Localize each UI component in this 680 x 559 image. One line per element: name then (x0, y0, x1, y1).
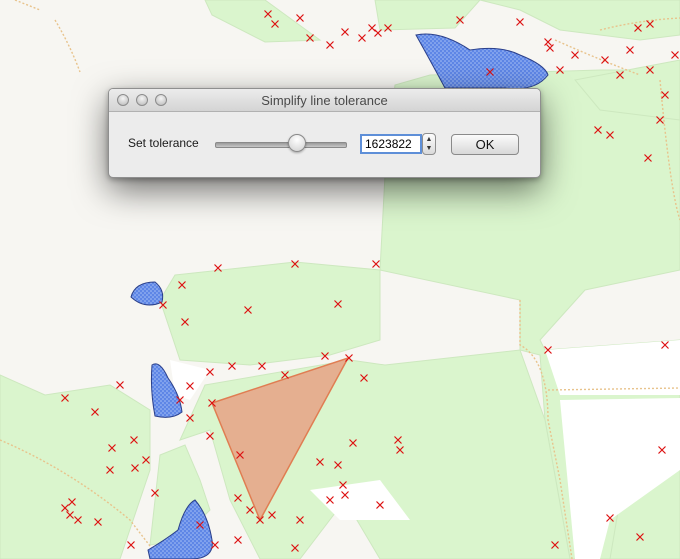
stepper-up-icon[interactable]: ▲ (423, 135, 435, 144)
tolerance-slider-thumb[interactable] (287, 134, 306, 152)
tolerance-spinbox-input[interactable]: 1623822 (360, 134, 422, 154)
stepper-down-icon[interactable]: ▼ (423, 144, 435, 153)
dialog-title: Simplify line tolerance (261, 93, 388, 108)
tolerance-slider-track[interactable] (215, 142, 347, 148)
tolerance-label: Set tolerance (128, 136, 199, 150)
ok-button[interactable]: OK (451, 134, 519, 155)
dialog-titlebar[interactable]: Simplify line tolerance (109, 89, 540, 112)
map-canvas[interactable] (0, 0, 680, 559)
simplify-dialog: Simplify line tolerance Set tolerance 16… (108, 88, 541, 178)
tolerance-stepper[interactable]: ▲ ▼ (422, 133, 436, 155)
